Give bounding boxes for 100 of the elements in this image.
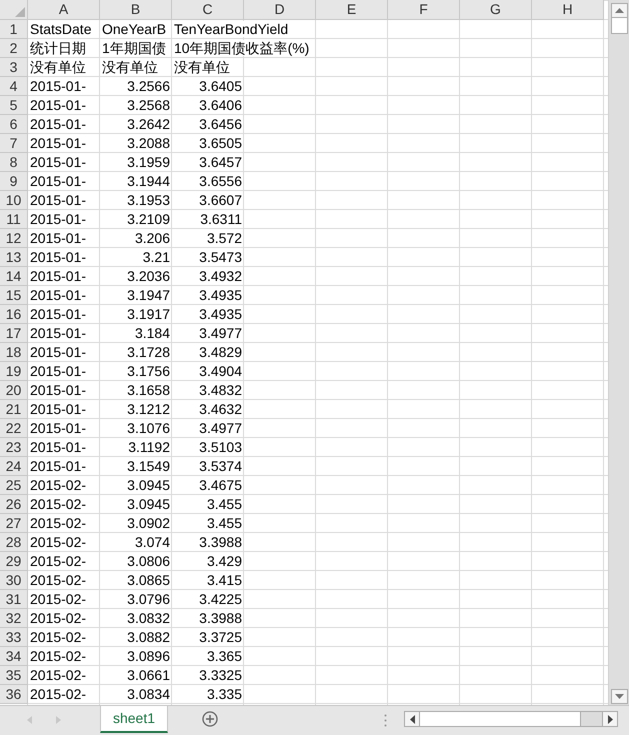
table-cell: 3.6406 [199,97,242,113]
previous-sheet-icon[interactable] [27,716,32,724]
table-cell: 2015-01- [30,458,86,474]
table-cell: 3.4829 [199,344,242,360]
column-header[interactable]: A [28,0,100,20]
table-cell: 3.1658 [127,382,170,398]
row-header[interactable]: 19 [0,362,28,381]
add-sheet-icon[interactable] [202,711,218,728]
column-header[interactable]: G [460,0,532,20]
row-header[interactable]: 20 [0,381,28,400]
table-cell: 3.074 [134,534,170,550]
vertical-scrollbar[interactable] [608,0,629,706]
row-header[interactable]: 25 [0,476,28,495]
table-cell: 2015-01- [30,287,86,303]
column-header[interactable]: F [388,0,460,20]
row-header[interactable]: 18 [0,343,28,362]
row-header[interactable]: 3 [0,58,28,77]
table-cell: TenYearBondYield [174,21,288,37]
table-cell: 2015-01- [30,325,86,341]
table-cell: 3.429 [206,553,242,569]
table-cell: 1年期国债 [102,40,166,56]
column-header[interactable]: B [100,0,172,20]
scroll-thumb[interactable] [420,712,581,726]
select-all-corner[interactable] [0,0,28,20]
table-cell: 3.6311 [200,211,242,227]
row-header[interactable]: 1 [0,20,28,39]
scroll-left-icon[interactable] [405,712,420,726]
row-header[interactable]: 33 [0,628,28,647]
table-cell: 3.6505 [199,135,242,151]
row-header[interactable]: 13 [0,248,28,267]
row-header[interactable]: 21 [0,400,28,419]
scroll-down-icon[interactable] [610,689,628,704]
row-header[interactable]: 26 [0,495,28,514]
table-cell: 3.21 [142,249,170,265]
row-header[interactable]: 36 [0,685,28,704]
table-cell: 2015-01- [30,211,86,227]
row-header[interactable]: 23 [0,438,28,457]
row-header[interactable]: 11 [0,210,28,229]
row-header[interactable]: 16 [0,305,28,324]
column-header[interactable]: H [532,0,604,20]
horizontal-scrollbar[interactable] [404,711,618,728]
next-sheet-icon[interactable] [56,716,61,724]
table-cell: 3.1728 [127,344,170,360]
row-header[interactable]: 4 [0,77,28,96]
row-header[interactable]: 7 [0,134,28,153]
sheet-tab[interactable]: sheet1 [100,706,168,734]
table-cell: 3.206 [134,230,170,246]
row-header[interactable]: 15 [0,286,28,305]
table-cell: 2015-02- [30,553,86,569]
row-header[interactable]: 12 [0,229,28,248]
row-header[interactable]: 14 [0,267,28,286]
table-cell: 3.0661 [127,667,170,683]
column-header[interactable]: E [316,0,388,20]
table-cell: 3.3988 [199,610,242,626]
row-header[interactable]: 9 [0,172,28,191]
table-cell: 2015-01- [30,420,86,436]
row-header[interactable]: 31 [0,590,28,609]
scroll-up-icon[interactable] [610,3,628,18]
row-header[interactable]: 28 [0,533,28,552]
splitter-handle-icon[interactable] [384,714,387,728]
row-header[interactable]: 5 [0,96,28,115]
row-header[interactable]: 34 [0,647,28,666]
table-cell: 3.4904 [199,363,242,379]
row-header[interactable]: 32 [0,609,28,628]
table-cell: 3.6456 [199,116,242,132]
table-cell: 2015-01- [30,306,86,322]
table-cell: 3.4935 [199,287,242,303]
table-cell: 3.0945 [127,496,170,512]
table-cell: 2015-01- [30,249,86,265]
column-header[interactable]: D [244,0,316,20]
row-header[interactable]: 6 [0,115,28,134]
row-header[interactable]: 35 [0,666,28,685]
column-header[interactable]: C [172,0,244,20]
table-cell: 3.4675 [199,477,242,493]
table-cell: 3.1549 [127,458,170,474]
table-cell: 2015-02- [30,477,86,493]
table-cell: 2015-01- [30,154,86,170]
row-header[interactable]: 10 [0,191,28,210]
table-cell: 3.1212 [127,401,170,417]
row-header[interactable]: 30 [0,571,28,590]
row-header[interactable]: 27 [0,514,28,533]
table-cell: 2015-01- [30,344,86,360]
table-cell: 2015-02- [30,610,86,626]
scroll-right-icon[interactable] [602,712,617,726]
scroll-thumb[interactable] [610,18,628,34]
table-cell: 2015-02- [30,534,86,550]
row-header[interactable]: 2 [0,39,28,58]
table-cell: 3.1944 [127,173,170,189]
row-header[interactable]: 24 [0,457,28,476]
row-header[interactable]: 22 [0,419,28,438]
table-cell: OneYearB [102,21,166,37]
table-cell: 3.6607 [199,192,242,208]
table-cell: 3.0832 [127,610,170,626]
table-cell: 3.4632 [199,401,242,417]
row-header[interactable]: 8 [0,153,28,172]
table-cell: 3.0865 [127,572,170,588]
row-header[interactable]: 29 [0,552,28,571]
table-cell: 3.1953 [127,192,170,208]
table-cell: 3.455 [206,515,242,531]
row-header[interactable]: 17 [0,324,28,343]
